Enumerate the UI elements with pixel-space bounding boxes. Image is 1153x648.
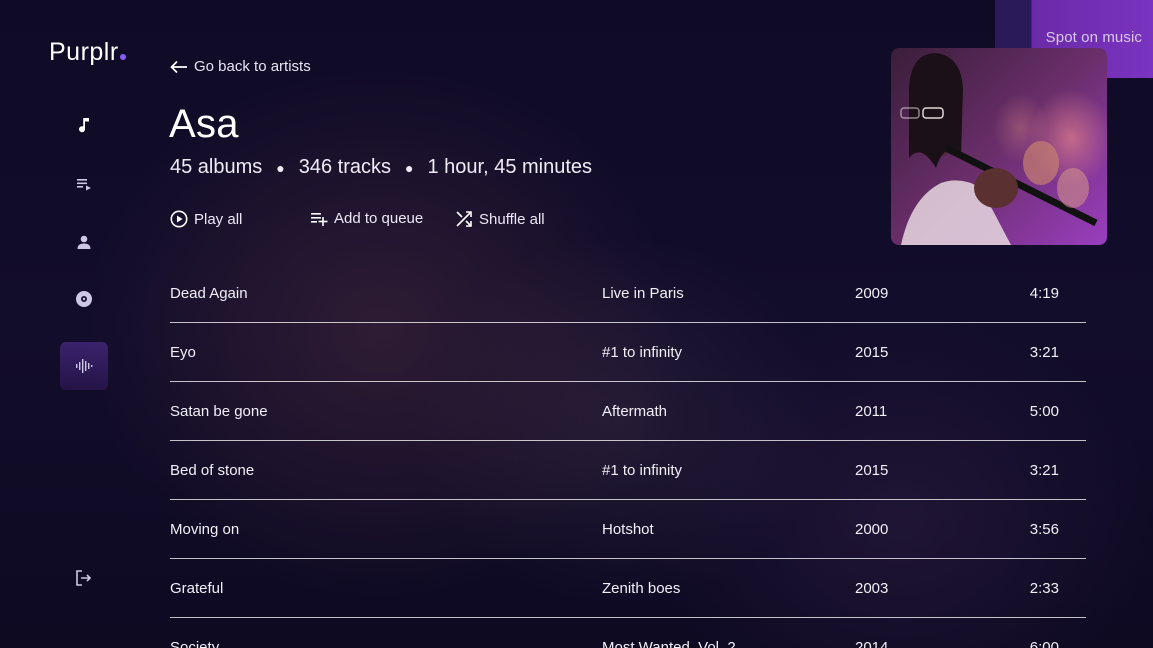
sidebar-item-albums[interactable] — [60, 275, 108, 323]
track-year: 2000 — [855, 521, 889, 538]
back-link-label: Go back to artists — [194, 58, 311, 75]
playlist-icon — [77, 179, 91, 191]
track-year: 2011 — [855, 403, 888, 420]
person-icon — [77, 235, 91, 249]
track-year: 2009 — [855, 285, 889, 302]
track-title: Bed of stone — [170, 462, 255, 479]
track-album: Most Wanted, Vol. 2 — [602, 639, 736, 648]
track-album: Hotshot — [602, 521, 654, 538]
track-title: Dead Again — [170, 285, 248, 302]
app-root: Spot on music Purplr Go back to artists … — [0, 0, 1153, 648]
track-year: 2003 — [855, 580, 889, 597]
add-to-queue-label: Add to queue — [334, 210, 424, 227]
stats-separator: ● — [405, 159, 414, 176]
shuffle-all-label: Shuffle all — [479, 210, 545, 228]
logo-dot — [119, 54, 126, 60]
play-circle-icon — [170, 210, 188, 228]
track-album: #1 to infinity — [602, 344, 683, 361]
artist-photo-illustration — [900, 53, 1098, 245]
stats-separator: ● — [276, 159, 285, 176]
track-year: 2015 — [855, 462, 889, 479]
track-duration: 6:00 — [1029, 639, 1059, 648]
shuffle-icon — [456, 211, 472, 227]
arrow-left-icon — [170, 60, 187, 73]
track-duration: 3:21 — [1029, 344, 1059, 361]
track-title: Moving on — [170, 521, 240, 538]
table-row[interactable]: Eyo #1 to infinity 2015 3:21 — [170, 323, 1086, 382]
track-album: #1 to infinity — [602, 462, 683, 479]
track-duration: 4:19 — [1029, 285, 1059, 302]
play-all-label: Play all — [194, 210, 243, 228]
table-row[interactable]: Bed of stone #1 to infinity 2015 3:21 — [170, 441, 1086, 500]
queue-add-icon — [311, 212, 328, 226]
track-duration: 3:56 — [1029, 521, 1059, 538]
corner-tagline: Spot on music — [1045, 29, 1142, 46]
track-year: 2014 — [855, 639, 889, 648]
track-title: Society — [170, 639, 220, 648]
track-duration: 3:21 — [1029, 462, 1059, 479]
logout-button[interactable] — [60, 554, 108, 602]
table-row[interactable]: Satan be gone Aftermath 2011 5:00 — [170, 382, 1086, 441]
play-all-button[interactable]: Play all — [170, 210, 242, 228]
artist-name: Asa — [169, 102, 239, 146]
sidebar-item-playlists[interactable] — [60, 160, 108, 208]
track-list: Dead Again Live in Paris 2009 4:19 Eyo #… — [170, 264, 1086, 648]
back-to-artists-link[interactable]: Go back to artists — [170, 58, 311, 75]
add-to-queue-button[interactable]: Add to queue — [310, 210, 423, 227]
track-title: Eyo — [170, 344, 196, 361]
track-album: Zenith boes — [602, 580, 681, 597]
track-album: Aftermath — [602, 403, 668, 420]
track-duration: 5:00 — [1029, 403, 1059, 420]
waveform-icon — [76, 359, 93, 373]
table-row[interactable]: Dead Again Live in Paris 2009 4:19 — [170, 264, 1086, 323]
track-title: Satan be gone — [170, 403, 268, 420]
sidebar-item-artists[interactable] — [60, 218, 108, 266]
logout-icon — [76, 570, 92, 586]
track-album: Live in Paris — [602, 285, 684, 302]
music-note-icon — [79, 118, 89, 133]
table-row[interactable]: Moving on Hotshot 2000 3:56 — [170, 500, 1086, 559]
track-title: Grateful — [170, 580, 224, 597]
artist-cover-image — [891, 48, 1107, 245]
sidebar-item-now-playing[interactable] — [60, 342, 108, 390]
track-year: 2015 — [855, 344, 889, 361]
shuffle-all-button[interactable]: Shuffle all — [455, 210, 545, 228]
sidebar-item-music[interactable] — [60, 102, 108, 150]
albums-count: 45 albums — [170, 156, 263, 178]
logo: Purplr — [49, 38, 126, 67]
track-duration: 2:33 — [1029, 580, 1059, 597]
total-duration: 1 hour, 45 minutes — [427, 156, 593, 178]
table-row[interactable]: Grateful Zenith boes 2003 2:33 — [170, 559, 1086, 618]
album-disc-icon — [76, 291, 92, 307]
table-row[interactable]: Society Most Wanted, Vol. 2 2014 6:00 — [170, 618, 1086, 648]
tracks-count: 346 tracks — [298, 156, 392, 178]
logo-text: Purplr — [49, 38, 119, 66]
artist-stats: 45 albums ● 346 tracks ● 1 hour, 45 minu… — [170, 156, 592, 179]
